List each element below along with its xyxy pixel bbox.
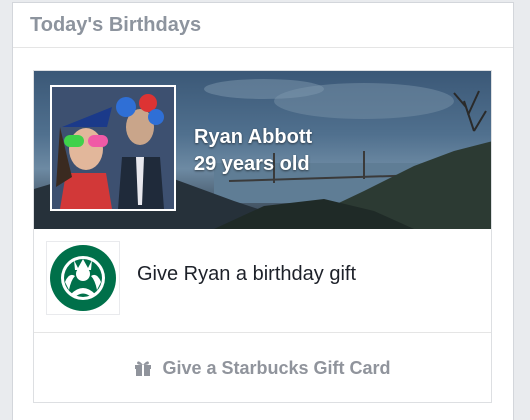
gift-suggestion-row[interactable]: Give Ryan a birthday gift	[34, 229, 491, 333]
birthday-card: Ryan Abbott 29 years old Give Ryan a bir…	[33, 70, 492, 403]
panel-title: Today's Birthdays	[13, 3, 513, 48]
profile-photo-image	[52, 87, 174, 209]
profile-photo[interactable]	[50, 85, 176, 211]
cover-photo[interactable]: Ryan Abbott 29 years old	[34, 71, 491, 229]
birthdays-panel: Today's Birthdays Ryan Abbott 29 years o…	[12, 2, 514, 420]
gift-icon	[134, 359, 152, 377]
birthday-age: 29 years old	[194, 153, 310, 175]
give-gift-card-label: Give a Starbucks Gift Card	[162, 357, 391, 378]
gift-prompt: Give Ryan a birthday gift	[137, 263, 356, 285]
starbucks-logo-icon	[46, 241, 120, 315]
give-gift-card-button[interactable]: Give a Starbucks Gift Card	[34, 333, 491, 403]
birthday-person-name[interactable]: Ryan Abbott	[194, 126, 312, 149]
